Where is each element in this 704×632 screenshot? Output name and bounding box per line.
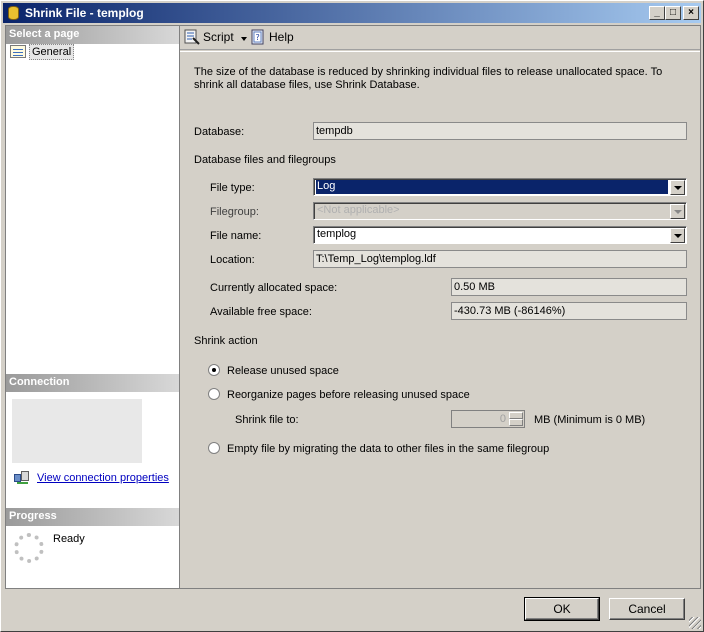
filegroup-value: <Not applicable>: [317, 204, 400, 216]
filegroup-label: Filegroup:: [210, 206, 259, 218]
reorganize-pages-radio[interactable]: [208, 388, 220, 400]
shrink-file-to-stepper: 0: [451, 410, 525, 428]
maximize-button[interactable]: □: [665, 6, 681, 20]
shrink-file-dialog: Shrink File - templog _ □ × Select a pag…: [0, 0, 704, 632]
shrink-file-to-unit: MB (Minimum is 0 MB): [534, 414, 646, 426]
reorganize-pages-label[interactable]: Reorganize pages before releasing unused…: [227, 389, 470, 401]
connection-properties-icon: [14, 471, 30, 485]
file-type-select[interactable]: Log: [313, 178, 687, 196]
shrink-file-to-label: Shrink file to:: [235, 414, 299, 426]
stepper-up-icon: [509, 412, 523, 419]
database-field: tempdb: [313, 122, 687, 140]
page-item-label: General: [29, 44, 75, 60]
svg-text:?: ?: [256, 33, 260, 42]
file-type-label: File type:: [210, 182, 255, 194]
toolbar: Script ? Help: [180, 26, 700, 50]
progress-status: Ready: [53, 533, 85, 545]
chevron-down-icon[interactable]: [240, 35, 248, 43]
close-button[interactable]: ×: [683, 6, 699, 20]
file-type-value: Log: [316, 180, 668, 194]
connection-header: Connection: [6, 374, 179, 392]
file-name-label: File name:: [210, 230, 262, 242]
free-space-label: Available free space:: [210, 306, 312, 318]
script-icon: [184, 29, 200, 45]
ok-button[interactable]: OK: [524, 597, 600, 621]
database-icon: [8, 6, 19, 20]
empty-file-radio[interactable]: [208, 442, 220, 454]
script-label: Script: [203, 30, 234, 44]
progress-header: Progress: [6, 508, 179, 526]
main-panel: Script ? Help The size of the database i…: [180, 25, 701, 589]
file-name-select[interactable]: templog: [313, 226, 687, 244]
help-icon: ?: [251, 29, 264, 45]
general-page-content: The size of the database is reduced by s…: [180, 51, 700, 589]
release-unused-space-radio[interactable]: [208, 364, 220, 376]
file-name-value: templog: [317, 228, 357, 240]
left-panel: Select a page General Connection View co…: [5, 25, 180, 589]
empty-file-label[interactable]: Empty file by migrating the data to othe…: [227, 443, 549, 455]
location-label: Location:: [210, 254, 255, 266]
chevron-down-icon[interactable]: [670, 180, 685, 195]
files-group-label: Database files and filegroups: [194, 154, 336, 166]
allocated-space-field: 0.50 MB: [451, 278, 687, 296]
minimize-button[interactable]: _: [649, 6, 665, 20]
location-field: T:\Temp_Log\templog.ldf: [313, 250, 687, 268]
title-bar: Shrink File - templog _ □ ×: [3, 3, 701, 23]
resize-grip-icon[interactable]: [689, 617, 701, 629]
release-unused-space-label[interactable]: Release unused space: [227, 365, 339, 377]
chevron-down-icon: [670, 204, 685, 219]
help-label: Help: [269, 30, 294, 44]
properties-page-icon: [10, 45, 26, 58]
connection-info-box: [12, 399, 142, 463]
shrink-file-to-value: 0: [499, 413, 506, 425]
free-space-field: -430.73 MB (-86146%): [451, 302, 687, 320]
description-text: The size of the database is reduced by s…: [194, 66, 663, 91]
chevron-down-icon[interactable]: [670, 228, 685, 243]
filegroup-select: <Not applicable>: [313, 202, 687, 220]
select-page-header: Select a page: [6, 26, 179, 44]
stepper-down-icon: [509, 419, 523, 426]
progress-spinner-icon: [14, 533, 44, 563]
allocated-space-label: Currently allocated space:: [210, 282, 338, 294]
window-title: Shrink File - templog: [25, 6, 144, 20]
cancel-button[interactable]: Cancel: [609, 598, 685, 620]
shrink-action-header: Shrink action: [194, 335, 258, 347]
database-label: Database:: [194, 126, 245, 138]
